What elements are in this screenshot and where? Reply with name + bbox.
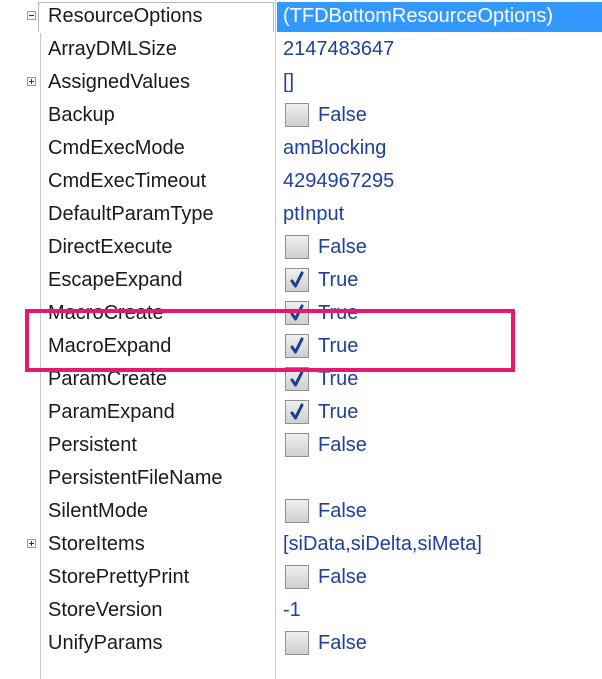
property-value[interactable]: (TFDBottomResourceOptions) xyxy=(283,0,553,33)
property-value[interactable]: False xyxy=(318,429,367,462)
property-row[interactable]: DirectExecute False xyxy=(0,231,602,264)
property-checkbox[interactable] xyxy=(285,433,309,457)
property-name: ArrayDMLSize xyxy=(48,38,177,60)
property-checkbox[interactable] xyxy=(285,268,309,292)
property-name: Persistent xyxy=(48,434,137,456)
property-row[interactable]: StorePrettyPrint False xyxy=(0,561,602,594)
property-row[interactable]: PersistentFileName xyxy=(0,462,602,495)
property-checkbox[interactable] xyxy=(285,400,309,424)
property-row[interactable]: StoreVersion -1 xyxy=(0,594,602,627)
property-value[interactable]: 2147483647 xyxy=(283,33,394,66)
property-row[interactable]: EscapeExpand True xyxy=(0,264,602,297)
property-row[interactable]: CmdExecMode amBlocking xyxy=(0,132,602,165)
collapse-icon[interactable] xyxy=(27,11,36,20)
property-value[interactable]: False xyxy=(318,231,367,264)
property-name: StorePrettyPrint xyxy=(48,566,190,588)
property-row[interactable]: Backup False xyxy=(0,99,602,132)
property-value[interactable]: -1 xyxy=(283,594,301,627)
property-value[interactable]: [siData,siDelta,siMeta] xyxy=(283,528,482,561)
property-name: StoreItems xyxy=(48,533,145,555)
property-checkbox[interactable] xyxy=(285,565,309,589)
property-row[interactable]: Persistent False xyxy=(0,429,602,462)
property-value[interactable]: False xyxy=(318,561,367,594)
property-row[interactable]: ArrayDMLSize 2147483647 xyxy=(0,33,602,66)
property-row[interactable]: ParamExpand True xyxy=(0,396,602,429)
property-checkbox[interactable] xyxy=(285,103,309,127)
annotation-highlight-box xyxy=(25,309,515,372)
property-value[interactable]: [] xyxy=(283,66,294,99)
property-value[interactable]: False xyxy=(318,627,367,660)
property-row[interactable]: StoreItems [siData,siDelta,siMeta] xyxy=(0,528,602,561)
property-row[interactable]: UnifyParams False xyxy=(0,627,602,660)
expand-icon[interactable] xyxy=(27,77,36,86)
property-name: ResourceOptions xyxy=(48,5,203,27)
property-name: ParamExpand xyxy=(48,401,175,423)
property-checkbox[interactable] xyxy=(285,235,309,259)
property-name: EscapeExpand xyxy=(48,269,183,291)
property-name: CmdExecMode xyxy=(48,137,185,159)
property-value[interactable]: True xyxy=(318,264,358,297)
property-name: UnifyParams xyxy=(48,632,163,654)
property-name: DirectExecute xyxy=(48,236,173,258)
property-value[interactable]: amBlocking xyxy=(283,132,386,165)
property-name: CmdExecTimeout xyxy=(48,170,207,192)
property-checkbox[interactable] xyxy=(285,499,309,523)
checkmark-icon xyxy=(290,271,304,288)
property-row[interactable]: DefaultParamType ptInput xyxy=(0,198,602,231)
property-row[interactable]: CmdExecTimeout 4294967295 xyxy=(0,165,602,198)
object-inspector: ResourceOptions (TFDBottomResourceOption… xyxy=(0,0,602,679)
property-name: PersistentFileName xyxy=(48,467,223,489)
property-row[interactable]: SilentMode False xyxy=(0,495,602,528)
property-value[interactable]: 4294967295 xyxy=(283,165,394,198)
expand-icon[interactable] xyxy=(27,539,36,548)
property-checkbox[interactable] xyxy=(285,631,309,655)
property-name: SilentMode xyxy=(48,500,149,522)
checkmark-icon xyxy=(290,403,304,420)
property-value[interactable]: False xyxy=(318,99,367,132)
property-value[interactable]: True xyxy=(318,396,358,429)
property-name: Backup xyxy=(48,104,115,126)
property-row[interactable]: AssignedValues [] xyxy=(0,66,602,99)
property-name: StoreVersion xyxy=(48,599,163,621)
property-row-header[interactable]: ResourceOptions (TFDBottomResourceOption… xyxy=(0,0,602,33)
property-value[interactable]: False xyxy=(318,495,367,528)
property-name: AssignedValues xyxy=(48,71,190,93)
property-name: DefaultParamType xyxy=(48,203,214,225)
property-value[interactable]: ptInput xyxy=(283,198,344,231)
